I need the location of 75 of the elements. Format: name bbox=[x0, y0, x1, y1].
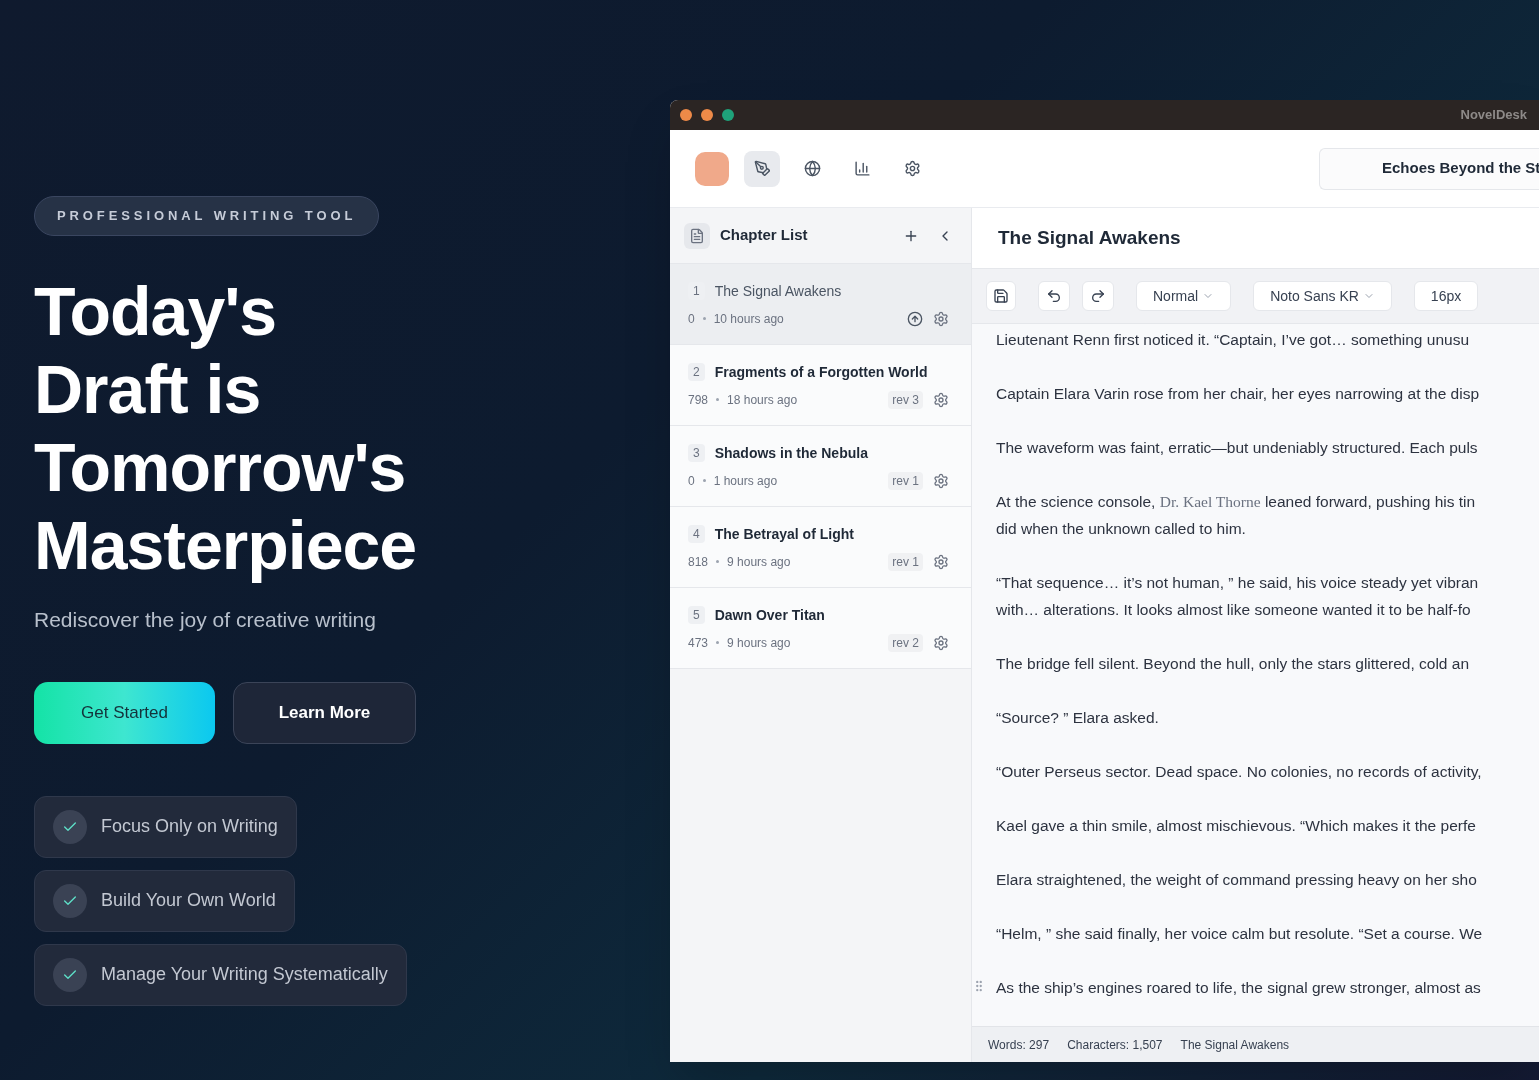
toolbar-tab[interactable] bbox=[744, 150, 780, 187]
revision-tag: rev 1 bbox=[888, 552, 923, 571]
chapter-time: 18 hours ago bbox=[727, 391, 798, 409]
globe-icon[interactable] bbox=[803, 160, 821, 177]
chapter-item[interactable]: 4 The Betrayal of Light 818 9 hours ago rev 1 bbox=[670, 507, 971, 588]
settings-icon[interactable] bbox=[933, 391, 949, 408]
upload-icon[interactable] bbox=[907, 310, 923, 327]
settings-icon[interactable] bbox=[933, 553, 949, 570]
story-paragraph: “Source? ” Elara asked. bbox=[996, 708, 1160, 728]
save-icon bbox=[993, 288, 1009, 304]
chapter-time: 9 hours ago bbox=[727, 553, 791, 571]
word-count: 798 bbox=[688, 391, 709, 409]
pen-icon[interactable] bbox=[753, 160, 771, 177]
settings-icon[interactable] bbox=[933, 310, 949, 327]
story-paragraph: “That sequence… it’s not human, ” he said, his voice steady yet vibran with… alterations. It looks almost like someone wanted it to be half-fo bbox=[996, 573, 1480, 620]
status-text: Characters: 1,507 bbox=[1067, 1036, 1163, 1054]
feature-label: Build Your Own World bbox=[101, 889, 276, 912]
chapter-time: 9 hours ago bbox=[727, 634, 791, 652]
chapter-number: 3 bbox=[688, 444, 705, 462]
word-count: 0 bbox=[688, 310, 695, 328]
dropdown-button[interactable]: Noto Sans KR bbox=[1253, 281, 1392, 311]
chapter-number: 2 bbox=[688, 363, 705, 381]
subtitle: Rediscover the joy of creative writing bbox=[34, 607, 377, 633]
revision-tag: rev 3 bbox=[888, 390, 923, 409]
chapter-item[interactable]: 1 The Signal Awakens 0 10 hours ago bbox=[670, 264, 971, 345]
chapter-item[interactable]: 2 Fragments of a Forgotten World 798 18 hours ago rev 3 bbox=[670, 345, 971, 426]
chapter-number: 4 bbox=[688, 525, 705, 543]
undo-button[interactable] bbox=[1038, 281, 1070, 311]
headline: Today's Draft is Tomorrow's Masterpiece bbox=[34, 272, 418, 584]
chapter-number: 5 bbox=[688, 606, 705, 624]
revision-tag: rev 1 bbox=[888, 471, 923, 490]
story-paragraph: Captain Elara Varin rose from her chair, her eyes narrowing at the disp bbox=[996, 384, 1481, 404]
chapter-title: The Signal Awakens bbox=[714, 281, 842, 301]
chapter-item[interactable]: 3 Shadows in the Nebula 0 1 hours ago rev 1 bbox=[670, 426, 971, 507]
chapter-title: Fragments of a Forgotten World bbox=[714, 362, 928, 382]
feature-label: Manage Your Writing Systematically bbox=[101, 963, 388, 986]
chapter-time: 1 hours ago bbox=[713, 472, 778, 490]
undo-icon bbox=[1046, 288, 1062, 304]
save-button[interactable] bbox=[986, 281, 1016, 311]
story-paragraph: As the ship’s engines roared to life, the signal grew stronger, almost as bbox=[996, 978, 1482, 998]
document-icon bbox=[689, 227, 705, 244]
status-text: Words: 297 bbox=[988, 1036, 1050, 1054]
window-title: NovelDesk bbox=[1460, 106, 1527, 125]
feature-label: Focus Only on Writing bbox=[101, 815, 278, 838]
get-started-button[interactable]: Get Started bbox=[34, 681, 215, 744]
word-count: 473 bbox=[688, 634, 709, 652]
story-paragraph: Elara straightened, the weight of command pressing heavy on her sho bbox=[996, 870, 1478, 890]
word-count: 0 bbox=[688, 472, 695, 490]
revision-tag: rev 2 bbox=[888, 633, 923, 652]
story-paragraph: The bridge fell silent. Beyond the hull, only the stars glittered, cold an bbox=[996, 654, 1471, 674]
story-paragraph: Lieutenant Renn first noticed it. “Captain, I’ve got… something unusu bbox=[996, 330, 1471, 350]
settings-icon[interactable] bbox=[903, 160, 921, 177]
status-text: The Signal Awakens bbox=[1180, 1036, 1290, 1054]
learn-more-button[interactable]: Learn More bbox=[233, 681, 416, 744]
chapter-title: Dawn Over Titan bbox=[714, 605, 825, 625]
story-paragraph: The waveform was faint, erratic—but undeniably structured. Each puls bbox=[996, 438, 1479, 458]
chapter-title: The Betrayal of Light bbox=[714, 524, 854, 544]
story-paragraph: “Outer Perseus sector. Dead space. No colonies, no records of activity, bbox=[996, 762, 1483, 782]
settings-icon[interactable] bbox=[933, 634, 949, 651]
redo-button[interactable] bbox=[1082, 281, 1114, 311]
chapter-time: 10 hours ago bbox=[713, 310, 784, 328]
redo-icon bbox=[1090, 288, 1106, 304]
sidebar-title: Chapter List bbox=[720, 225, 808, 246]
chapter-title: Shadows in the Nebula bbox=[714, 443, 868, 463]
word-count: 818 bbox=[688, 553, 709, 571]
dropdown-button[interactable]: 16px bbox=[1413, 281, 1479, 311]
story-paragraph: Kael gave a thin smile, almost mischievous. “Which makes it the perfe bbox=[996, 816, 1477, 836]
story-paragraph: “Helm, ” she said finally, her voice calm but resolute. “Set a course. We bbox=[996, 924, 1484, 944]
tagline-badge: PROFESSIONAL WRITING TOOL bbox=[34, 196, 380, 236]
chapter-item[interactable]: 5 Dawn Over Titan 473 9 hours ago rev 2 bbox=[670, 588, 971, 669]
bar-chart-icon[interactable] bbox=[853, 160, 871, 177]
dropdown-button[interactable]: Normal bbox=[1136, 281, 1232, 311]
story-paragraph: At the science console, Dr. Kael Thorne leaned forward, pushing his tin did when the unknown called to him. bbox=[996, 492, 1477, 539]
chapter-heading: The Signal Awakens bbox=[998, 225, 1181, 250]
settings-icon[interactable] bbox=[933, 472, 949, 489]
